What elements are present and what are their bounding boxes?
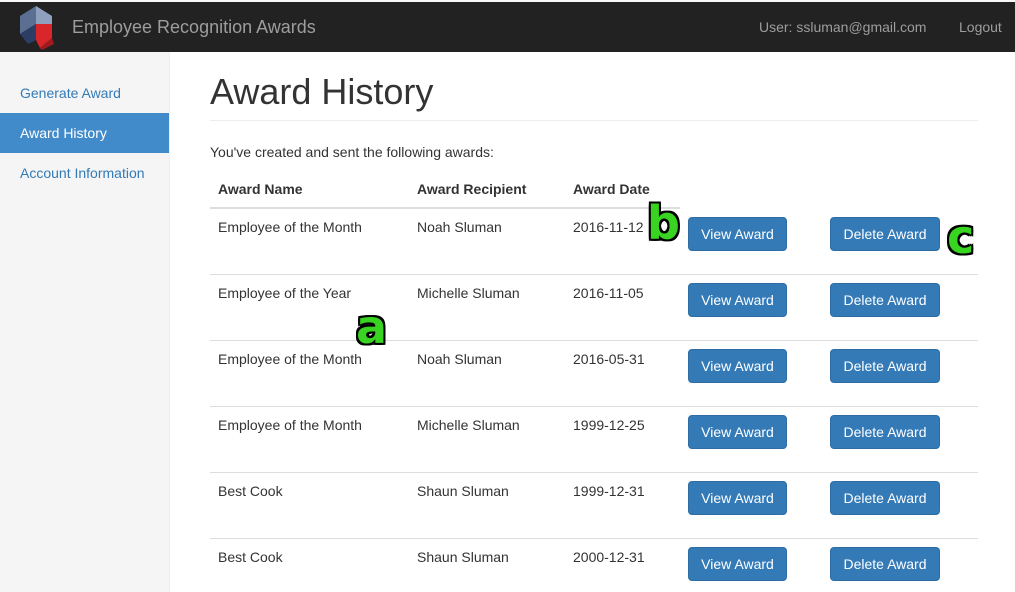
award-name-cell: Employee of the Month	[218, 351, 362, 367]
intro-text: You've created and sent the following aw…	[210, 144, 494, 160]
view-award-button[interactable]: View Award	[688, 481, 787, 515]
delete-award-button[interactable]: Delete Award	[830, 217, 940, 251]
sidebar-item-generate-award[interactable]: Generate Award	[0, 73, 169, 113]
delete-award-button[interactable]: Delete Award	[830, 283, 940, 317]
award-recipient-cell: Noah Sluman	[417, 219, 502, 235]
award-recipient-cell: Shaun Sluman	[417, 549, 509, 565]
annotation-marker-b: b	[647, 196, 680, 250]
view-award-button[interactable]: View Award	[688, 547, 787, 581]
brand-title[interactable]: Employee Recognition Awards	[72, 2, 316, 52]
award-date-cell: 2016-11-12	[573, 219, 644, 235]
award-date-cell: 2000-12-31	[573, 549, 645, 565]
view-award-button[interactable]: View Award	[688, 349, 787, 383]
view-award-button[interactable]: View Award	[688, 415, 787, 449]
delete-award-button[interactable]: Delete Award	[830, 349, 940, 383]
award-date-cell: 2016-05-31	[573, 351, 645, 367]
award-name-cell: Employee of the Month	[218, 417, 362, 433]
app-logo-icon[interactable]	[16, 4, 58, 50]
column-header-award-recipient: Award Recipient	[417, 181, 527, 197]
page-title: Award History	[210, 71, 434, 112]
user-label: User: ssluman@gmail.com	[759, 19, 927, 35]
award-name-cell: Best Cook	[218, 549, 283, 565]
sidebar: Generate Award Award History Account Inf…	[0, 52, 170, 592]
sidebar-item-award-history[interactable]: Award History	[0, 113, 169, 153]
award-date-cell: 1999-12-31	[573, 483, 645, 499]
award-name-cell: Employee of the Month	[218, 219, 362, 235]
logout-link[interactable]: Logout	[959, 2, 1002, 52]
title-divider	[210, 120, 978, 121]
annotation-marker-a: a	[356, 300, 388, 354]
table-header-divider	[210, 207, 680, 209]
view-award-button[interactable]: View Award	[688, 217, 787, 251]
award-name-cell: Best Cook	[218, 483, 283, 499]
row-divider	[210, 406, 978, 407]
annotation-marker-c: c	[947, 210, 975, 264]
award-recipient-cell: Michelle Sluman	[417, 417, 520, 433]
column-header-award-name: Award Name	[218, 181, 303, 197]
view-award-button[interactable]: View Award	[688, 283, 787, 317]
sidebar-item-account-information[interactable]: Account Information	[0, 153, 169, 193]
delete-award-button[interactable]: Delete Award	[830, 547, 940, 581]
award-recipient-cell: Michelle Sluman	[417, 285, 520, 301]
delete-award-button[interactable]: Delete Award	[830, 415, 940, 449]
award-recipient-cell: Noah Sluman	[417, 351, 502, 367]
delete-award-button[interactable]: Delete Award	[830, 481, 940, 515]
award-date-cell: 1999-12-25	[573, 417, 645, 433]
award-date-cell: 2016-11-05	[573, 285, 644, 301]
row-divider	[210, 472, 978, 473]
row-divider	[210, 340, 978, 341]
award-recipient-cell: Shaun Sluman	[417, 483, 509, 499]
row-divider	[210, 538, 978, 539]
column-header-award-date: Award Date	[573, 181, 650, 197]
row-divider	[210, 274, 978, 275]
award-name-cell: Employee of the Year	[218, 285, 352, 301]
top-navbar: Employee Recognition Awards User: ssluma…	[0, 0, 1015, 52]
